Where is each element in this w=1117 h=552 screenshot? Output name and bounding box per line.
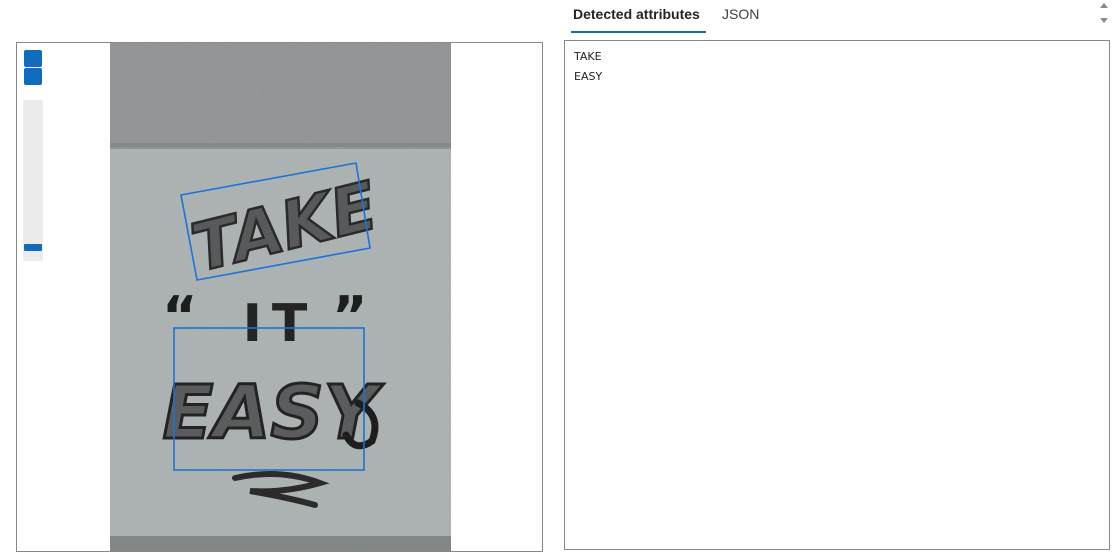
image-viewer: TAKE “ IT ” EASY (16, 42, 543, 552)
active-tab-indicator (571, 31, 706, 33)
graffiti-photo-svg: TAKE “ IT ” EASY (110, 43, 451, 551)
zoom-in-icon (24, 50, 42, 67)
tab-json[interactable]: JSON (720, 5, 761, 30)
result-tabs: Detected attributes JSON (564, 0, 1104, 33)
concrete-seam (110, 143, 451, 149)
scroll-down-icon[interactable] (1100, 18, 1108, 23)
analyzed-photo: TAKE “ IT ” EASY (110, 43, 451, 551)
zoom-in-button[interactable] (24, 50, 42, 67)
graffiti-it-text: IT (243, 294, 318, 354)
graffiti-close-quote: ” (332, 285, 368, 348)
detected-attributes-panel: TAKE EASY (564, 40, 1110, 550)
page-scroll-arrows[interactable] (1098, 0, 1110, 26)
zoom-slider-thumb[interactable] (24, 244, 42, 251)
graffiti-it: “ IT ” (162, 285, 368, 354)
detected-line-take: TAKE (574, 50, 602, 63)
graffiti-open-quote: “ (162, 285, 198, 348)
zoom-out-icon (24, 68, 42, 85)
zoom-slider[interactable] (23, 100, 43, 261)
scroll-arrows-svg (1100, 3, 1108, 23)
detected-line-easy: EASY (574, 70, 603, 83)
zoom-out-button[interactable] (24, 68, 42, 85)
scroll-up-icon[interactable] (1100, 3, 1108, 8)
tab-detected-attributes-label: Detected attributes (573, 6, 700, 22)
tab-detected-attributes[interactable]: Detected attributes (571, 5, 706, 33)
tab-json-label: JSON (722, 6, 760, 22)
concrete-bottom-edge (110, 536, 451, 551)
